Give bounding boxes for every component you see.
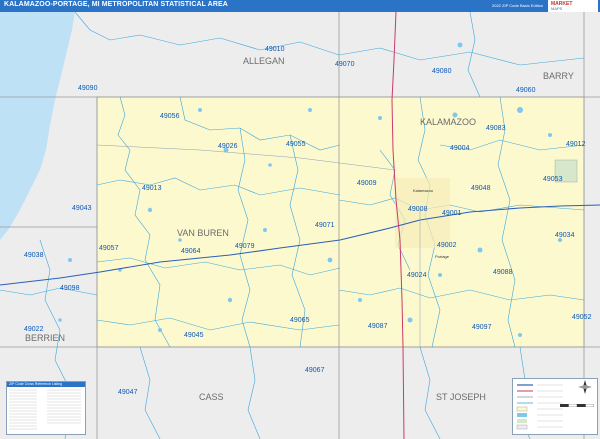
map-title: KALAMAZOO-PORTAGE, MI METROPOLITAN STATI… bbox=[4, 1, 228, 8]
zip-label: 49055 bbox=[286, 141, 306, 148]
zip-label: 49024 bbox=[407, 272, 427, 279]
zip-label: 49065 bbox=[290, 317, 310, 324]
zip-label: 49052 bbox=[572, 314, 592, 321]
zip-label: 49034 bbox=[555, 232, 575, 239]
zip-label: 49053 bbox=[543, 176, 563, 183]
zip-label: 49009 bbox=[357, 180, 377, 187]
zip-label: 49010 bbox=[265, 46, 285, 53]
zip-label: 49048 bbox=[471, 185, 491, 192]
zip-label: 49008 bbox=[408, 206, 428, 213]
zip-label: 49060 bbox=[516, 87, 536, 94]
zip-label: 49038 bbox=[24, 252, 44, 259]
zip-label: 49045 bbox=[184, 332, 204, 339]
zip-label: 49047 bbox=[118, 389, 138, 396]
zip-label: 49087 bbox=[368, 323, 388, 330]
edition-label: 2022 ZIP Code Basic Edition bbox=[492, 3, 544, 8]
compass-rose-icon bbox=[578, 380, 592, 394]
county-label-berrien: BERRIEN bbox=[25, 333, 65, 343]
zip-label: 49002 bbox=[437, 242, 457, 249]
title-bar: KALAMAZOO-PORTAGE, MI METROPOLITAN STATI… bbox=[0, 0, 600, 12]
zip-label: 49098 bbox=[60, 285, 80, 292]
city-label-portage: Portage bbox=[435, 254, 450, 259]
zip-label: 49056 bbox=[160, 113, 180, 120]
zip-label: 49064 bbox=[181, 248, 201, 255]
zip-cross-reference-rows bbox=[9, 389, 81, 430]
zip-label: 49070 bbox=[335, 61, 355, 68]
zip-label: 49071 bbox=[315, 222, 335, 229]
zip-label: 49001 bbox=[442, 210, 462, 217]
scale-bar bbox=[560, 404, 594, 407]
zip-label: 49097 bbox=[472, 324, 492, 331]
zip-label: 49022 bbox=[24, 326, 44, 333]
map-frame: KALAMAZOO-PORTAGE, MI METROPOLITAN STATI… bbox=[0, 0, 600, 439]
zip-label: 49079 bbox=[235, 243, 255, 250]
map-canvas[interactable]: ALLEGAN BARRY KALAMAZOO VAN BUREN BERRIE… bbox=[0, 12, 600, 439]
zip-label: 49080 bbox=[432, 68, 452, 75]
zip-label: 49026 bbox=[218, 143, 238, 150]
city-label-kalamazoo: Kalamazoo bbox=[413, 188, 434, 193]
county-label-barry: BARRY bbox=[543, 71, 574, 81]
brand-logo: MARKET MAPS bbox=[548, 0, 598, 12]
county-label-allegan: ALLEGAN bbox=[243, 56, 285, 66]
zip-label: 49088 bbox=[493, 269, 513, 276]
zip-label: 49090 bbox=[78, 85, 98, 92]
zip-label: 49057 bbox=[99, 245, 119, 252]
county-label-cass: CASS bbox=[199, 392, 224, 402]
brand-logo-line2: MAPS bbox=[551, 6, 563, 11]
zip-label: 49004 bbox=[450, 145, 470, 152]
msa-region bbox=[96, 96, 585, 348]
county-label-st-joseph: ST JOSEPH bbox=[436, 392, 486, 402]
county-label-kalamazoo: KALAMAZOO bbox=[420, 117, 476, 127]
zip-label: 49012 bbox=[566, 141, 586, 148]
zip-label: 49043 bbox=[72, 205, 92, 212]
county-label-van-buren: VAN BUREN bbox=[177, 228, 229, 238]
zip-label: 49083 bbox=[486, 125, 506, 132]
zip-label: 49013 bbox=[142, 185, 162, 192]
zip-label: 49067 bbox=[305, 367, 325, 374]
zip-cross-reference-table: ZIP Code Cross Reference Listing bbox=[6, 381, 86, 435]
